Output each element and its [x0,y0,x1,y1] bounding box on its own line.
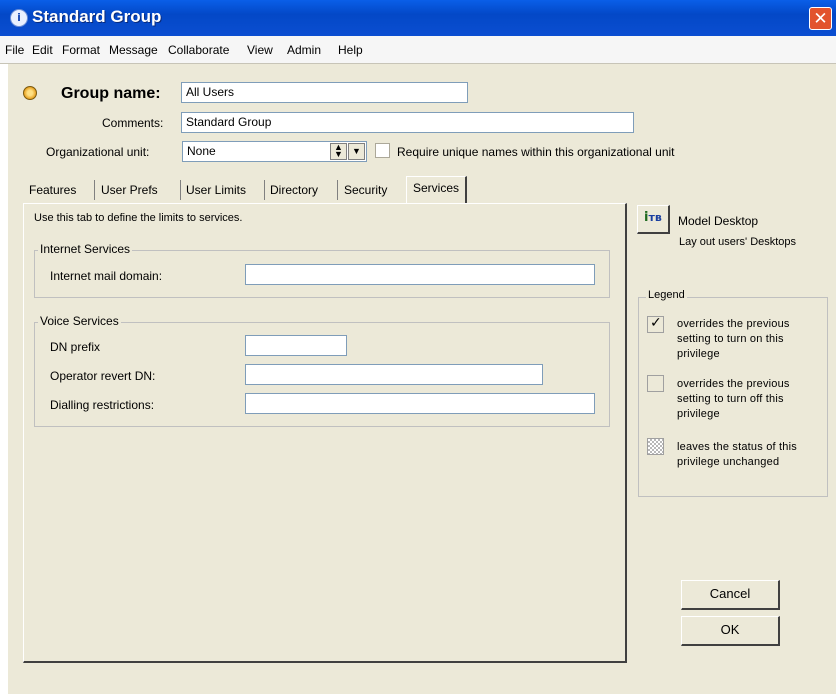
tab-security[interactable]: Security [344,179,387,201]
model-desktop-label: Model Desktop [678,214,759,228]
close-icon: ✕ [813,9,828,29]
require-unique-checkbox[interactable] [375,143,390,158]
window-frame [0,64,8,694]
window-title: Standard Group [32,7,162,26]
legend-title: Legend [646,289,687,301]
dn-prefix-input[interactable] [245,335,347,356]
internet-mail-domain-label: Internet mail domain: [50,269,163,283]
services-intro: Use this tab to define the limits to ser… [34,212,243,224]
cancel-button[interactable]: Cancel [681,580,780,610]
checkmark-icon: ✓ [650,315,662,331]
menu-edit[interactable]: Edit [32,43,53,57]
tab-user-limits[interactable]: User Limits [186,179,246,201]
title-bar: i Standard Group ✕ [0,0,836,36]
dn-prefix-label: DN prefix [50,340,101,354]
legend-on-line: setting to turn on this [677,333,784,345]
menu-admin[interactable]: Admin [287,43,321,57]
model-desktop-button[interactable]: iᴛʙ [637,205,670,234]
group-name-input[interactable]: All Users [181,82,468,103]
group-name-label: Group name: [61,85,161,102]
tab-separator [264,180,265,200]
internet-mail-domain-input[interactable] [245,264,595,285]
tab-features[interactable]: Features [29,179,76,201]
legend-off-box [647,375,664,392]
voice-services-title: Voice Services [38,314,121,328]
tab-separator [94,180,95,200]
menu-bar: File Edit Format Message Collaborate Vie… [0,36,836,64]
org-unit-value: None [187,144,216,158]
legend-on-text: overrides the previous setting to turn o… [677,317,790,362]
tab-user-prefs[interactable]: User Prefs [101,179,158,201]
ok-button[interactable]: OK [681,616,780,646]
legend-on-box: ✓ [647,315,664,333]
dropdown-arrow-icon[interactable]: ▼ [348,143,365,160]
dialling-restrictions-label: Dialling restrictions: [50,398,155,412]
legend-off-text: overrides the previous setting to turn o… [677,377,790,422]
menu-message[interactable]: Message [109,43,158,57]
legend-unchanged-line: privilege unchanged [677,456,780,468]
legend-unchanged-text: leaves the status of this privilege unch… [677,440,797,470]
legend-off-line: privilege [677,408,720,420]
model-desktop-sublabel: Lay out users' Desktops [679,236,797,248]
legend-off-line: setting to turn off this [677,393,784,405]
comments-label: Comments: [102,116,164,130]
dialling-restrictions-input[interactable] [245,393,595,414]
model-desktop-icon: iᴛʙ [644,210,662,225]
menu-view[interactable]: View [247,43,273,57]
legend-unchanged-box [647,438,664,455]
menu-format[interactable]: Format [62,43,100,57]
tab-separator [337,180,338,200]
org-unit-label: Organizational unit: [46,145,150,159]
menu-collaborate[interactable]: Collaborate [168,43,229,57]
group-icon [23,86,37,100]
operator-revert-label: Operator revert DN: [50,369,156,383]
info-icon: i [10,9,28,27]
menu-help[interactable]: Help [338,43,363,57]
close-button[interactable]: ✕ [809,7,832,30]
tab-directory[interactable]: Directory [270,179,318,201]
legend-on-line: privilege [677,348,720,360]
tab-services[interactable]: Services [406,176,468,203]
legend-off-line: overrides the previous [677,378,790,390]
require-unique-label: Require unique names within this organiz… [397,145,675,159]
legend-unchanged-line: leaves the status of this [677,441,797,453]
tab-separator [180,180,181,200]
internet-services-title: Internet Services [38,242,133,256]
legend-on-line: overrides the previous [677,318,790,330]
spinner-arrows-icon[interactable]: ▲ ▼ [330,143,347,160]
comments-input[interactable]: Standard Group [181,112,634,133]
menu-file[interactable]: File [5,43,24,57]
operator-revert-input[interactable] [245,364,543,385]
